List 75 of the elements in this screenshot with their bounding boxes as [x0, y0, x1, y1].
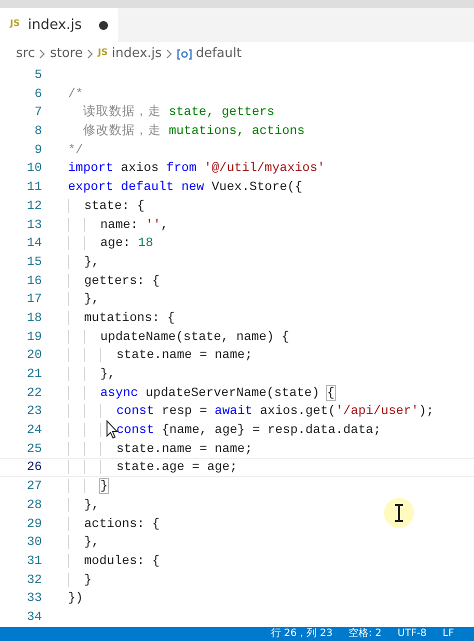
breadcrumb-item[interactable]: default: [196, 44, 242, 64]
line-number: 25: [26, 440, 42, 458]
line-number: 8: [33, 123, 42, 140]
code-line: modules: {: [68, 552, 160, 571]
code-line: },: [68, 365, 116, 384]
code-line: },: [68, 290, 100, 309]
chevron-icon: [86, 49, 94, 59]
tab-title: index.js: [28, 16, 83, 34]
code-line: state.age = age;: [68, 458, 238, 478]
variable-symbol-icon: [176, 48, 192, 60]
line-number: 13: [26, 216, 42, 234]
line-number: 32: [26, 572, 42, 589]
line-number: 17: [26, 291, 42, 308]
line-number: 27: [26, 478, 42, 496]
editor-tab[interactable]: JS index.js: [0, 8, 118, 42]
line-number: 16: [26, 272, 42, 290]
code-line: updateName(state, name) {: [68, 328, 290, 346]
chevron-icon: [166, 49, 173, 59]
breadcrumb-item[interactable]: store: [50, 44, 83, 64]
line-number: 30: [26, 534, 42, 552]
js-file-icon: JS: [10, 18, 20, 32]
line-number: 9: [33, 142, 42, 159]
line-number: 28: [26, 496, 42, 514]
code-line: state.name = name;: [68, 440, 252, 458]
code-line: }): [68, 590, 84, 608]
code-line: }: [68, 477, 108, 496]
breadcrumb-item[interactable]: index.js: [112, 44, 162, 64]
code-line: export default new Vuex.Store({: [68, 179, 302, 196]
line-number: 20: [26, 347, 42, 364]
line-number: 34: [26, 608, 42, 626]
line-number: 33: [26, 590, 42, 608]
status-item[interactable]: 行 26，列 23: [270, 627, 333, 641]
code-line: import axios from '@/util/myaxios': [68, 160, 325, 178]
line-number: 7: [33, 104, 42, 122]
line-number: 26: [26, 459, 42, 476]
code-line: },: [68, 252, 100, 272]
line-number: 11: [26, 179, 42, 196]
code-line: /*: [68, 86, 84, 103]
code-line: getters: {: [68, 272, 160, 290]
chevron-icon: [38, 49, 46, 59]
code-line: name: '',: [68, 216, 168, 234]
code-line: },: [68, 533, 100, 552]
line-number: 24: [26, 422, 42, 440]
line-number: 18: [26, 310, 42, 327]
code-line: */: [68, 142, 84, 159]
unsaved-dot-icon: [99, 20, 108, 30]
line-number: 21: [26, 366, 42, 383]
status-item[interactable]: LF: [442, 627, 454, 641]
code-line: state.name = name;: [68, 346, 252, 365]
line-number: 31: [26, 552, 42, 570]
code-line: age: 18: [68, 234, 154, 253]
code-line: },: [68, 496, 100, 514]
line-number: 10: [26, 160, 42, 178]
code-line: state: {: [68, 196, 145, 216]
js-file-icon: JS: [98, 47, 108, 61]
line-number: 29: [26, 516, 42, 532]
line-number: 22: [26, 384, 42, 402]
line-number: 12: [26, 198, 42, 215]
breadcrumb-item[interactable]: src: [16, 44, 35, 64]
code-line: 读取数据，走 state, getters: [82, 104, 274, 122]
line-number: 6: [33, 86, 42, 103]
line-number: 5: [33, 67, 42, 84]
code-line: async updateServerName(state) {: [68, 384, 335, 402]
line-number: 23: [26, 403, 42, 420]
code-line: }: [68, 570, 92, 590]
status-item[interactable]: 空格: 2: [348, 627, 382, 641]
line-number: 15: [26, 254, 42, 271]
line-number: 14: [26, 235, 42, 252]
code-line: actions: {: [68, 514, 160, 534]
code-line: mutations: {: [68, 308, 175, 328]
code-line: 修改数据，走 mutations, actions: [82, 122, 305, 140]
line-number: 19: [26, 328, 42, 346]
status-item[interactable]: UTF-8: [398, 627, 427, 641]
text-cursor-icon: [384, 498, 414, 528]
code-line: const resp = await axios.get('/api/user');: [68, 402, 434, 422]
